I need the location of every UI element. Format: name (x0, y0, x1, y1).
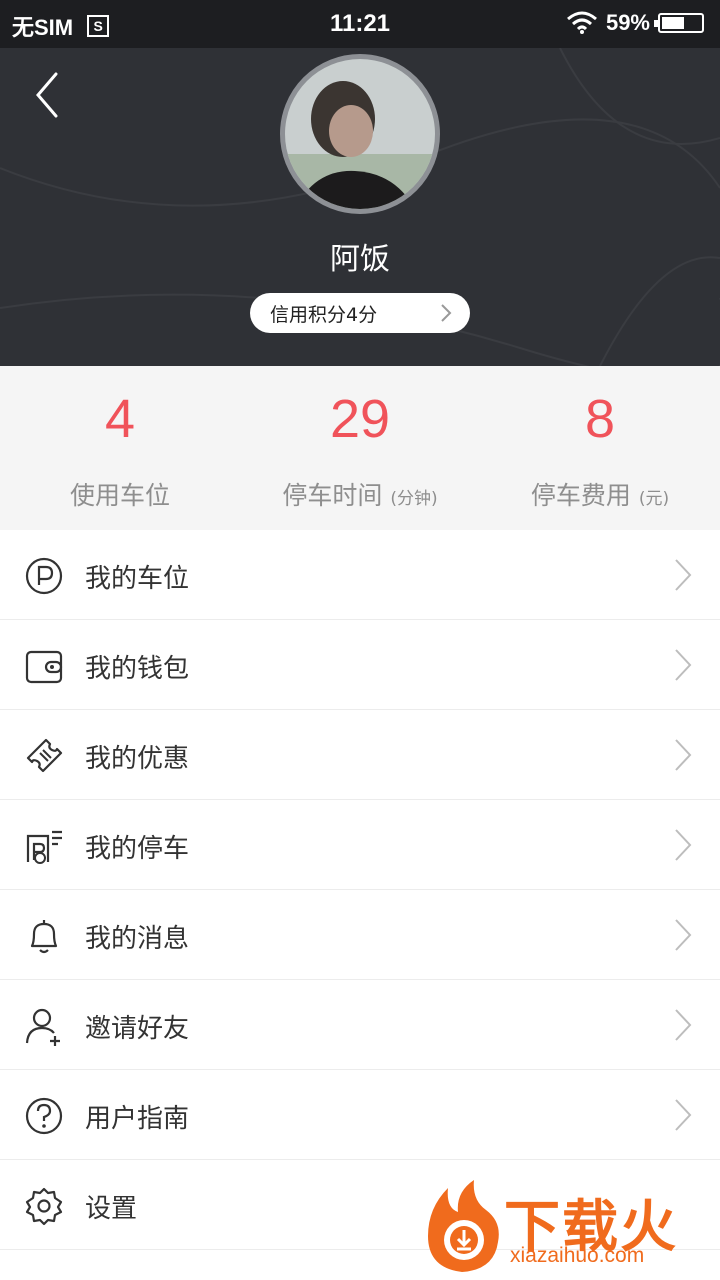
watermark-url: xiazaihuo.com (510, 1244, 645, 1267)
stat-value: 4 (104, 389, 136, 449)
avatar-photo (285, 59, 435, 209)
menu-label: 设置 (85, 1194, 138, 1224)
menu-list: 我的车位 我的钱包 我的优惠 我的停车 我的消息 邀请好友 用户指南 设置 (0, 530, 720, 1250)
credit-score-label: 信用积分4分 (270, 303, 378, 326)
avatar[interactable] (280, 54, 440, 214)
menu-item-my-messages[interactable]: 我的消息 (0, 890, 720, 980)
menu-item-invite-friends[interactable]: 邀请好友 (0, 980, 720, 1070)
stat-unit: (元) (638, 489, 670, 509)
chevron-right-icon (675, 559, 692, 591)
stat-spaces[interactable]: 4 使用车位 (0, 366, 240, 530)
menu-label: 我的钱包 (85, 654, 190, 684)
chevron-right-icon (441, 304, 452, 322)
menu-item-user-guide[interactable]: 用户指南 (0, 1070, 720, 1160)
menu-label: 邀请好友 (85, 1014, 190, 1044)
stat-fee[interactable]: 8 停车费用 (元) (480, 366, 720, 530)
menu-label: 我的消息 (85, 924, 190, 954)
help-icon (25, 1097, 63, 1135)
chevron-right-icon (675, 919, 692, 951)
stat-unit: (分钟) (390, 489, 438, 509)
username: 阿饭 (330, 242, 390, 277)
menu-label: 我的优惠 (85, 744, 190, 774)
menu-item-my-coupons[interactable]: 我的优惠 (0, 710, 720, 800)
flame-logo-icon (428, 1180, 499, 1272)
back-button[interactable] (28, 70, 68, 120)
chevron-right-icon (675, 649, 692, 681)
menu-label: 我的车位 (85, 564, 190, 594)
coupon-icon (26, 738, 63, 773)
stat-label: 使用车位 (0, 476, 240, 512)
menu-item-my-parking[interactable]: 我的停车 (0, 800, 720, 890)
stat-time[interactable]: 29 停车时间 (分钟) (240, 366, 480, 530)
gear-icon (25, 1187, 63, 1226)
parking-record-icon (26, 830, 62, 864)
chevron-right-icon (675, 1009, 692, 1041)
wallet-icon (25, 650, 63, 684)
wifi-icon (566, 11, 597, 34)
add-user-icon (25, 1008, 60, 1046)
stat-label-text: 使用车位 (69, 481, 170, 510)
battery-percent: 59% (605, 10, 650, 35)
stat-label-text: 停车费用 (530, 481, 631, 510)
bell-icon (30, 920, 58, 954)
credit-score-button[interactable]: 信用积分4分 (250, 293, 470, 333)
watermark: 下载火 xiazaihuo.com (422, 1178, 712, 1274)
battery-icon (654, 13, 704, 33)
menu-label: 我的停车 (85, 834, 190, 864)
stat-value: 29 (329, 389, 391, 449)
profile-header: 阿饭 信用积分4分 (0, 48, 720, 366)
stat-value: 8 (584, 389, 616, 449)
battery-fill (662, 17, 684, 29)
menu-item-my-wallet[interactable]: 我的钱包 (0, 620, 720, 710)
stat-label: 停车费用 (元) (480, 476, 720, 512)
menu-item-my-parking-space[interactable]: 我的车位 (0, 530, 720, 620)
chevron-right-icon (675, 739, 692, 771)
chevron-right-icon (675, 1099, 692, 1131)
stat-label-text: 停车时间 (282, 481, 383, 510)
menu-label: 用户指南 (85, 1104, 190, 1134)
stats-bar: 4 使用车位 29 停车时间 (分钟) 8 停车费用 (元) (0, 366, 720, 530)
stat-label: 停车时间 (分钟) (240, 476, 480, 512)
status-bar: 无SIM S 11:21 59% (0, 0, 720, 48)
status-right: 59% (566, 10, 704, 36)
parking-icon (25, 557, 63, 595)
chevron-right-icon (675, 829, 692, 861)
